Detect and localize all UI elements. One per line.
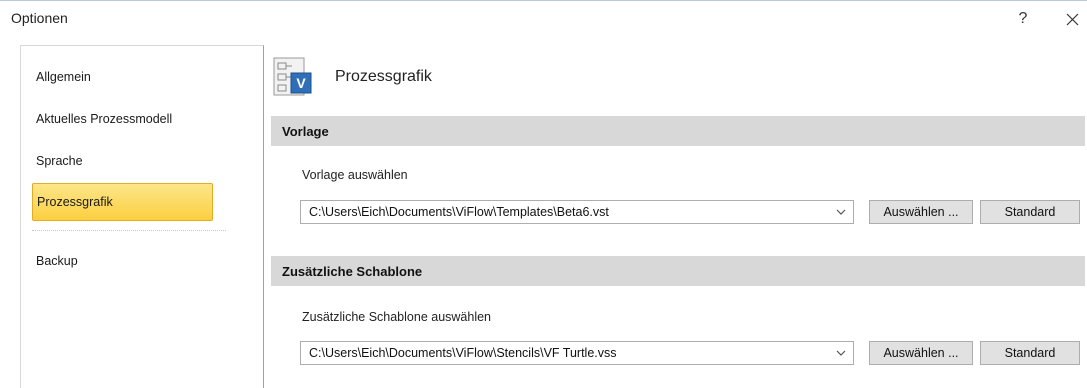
- section-title: Vorlage: [282, 123, 329, 139]
- sidebar-item-label: Sprache: [36, 154, 83, 168]
- chevron-down-icon[interactable]: [829, 201, 853, 223]
- section-title: Zusätzliche Schablone: [282, 263, 423, 279]
- sidebar-item-backup[interactable]: Backup: [32, 243, 213, 279]
- standard-button-label: Standard: [1004, 346, 1056, 360]
- sidebar-item-aktuelles-prozessmodell[interactable]: Aktuelles Prozessmodell: [32, 101, 213, 137]
- standard-button-label: Standard: [1004, 205, 1056, 219]
- vorlage-select-button[interactable]: Auswählen ...: [869, 200, 973, 224]
- schablone-combobox[interactable]: C:\Users\Eich\Documents\ViFlow\Stencils\…: [300, 341, 854, 365]
- help-button[interactable]: ?: [1003, 5, 1043, 33]
- sidebar-item-label: Aktuelles Prozessmodell: [36, 112, 173, 126]
- schablone-select-button[interactable]: Auswählen ...: [869, 341, 973, 365]
- sidebar-item-prozessgrafik[interactable]: Prozessgrafik: [32, 183, 213, 221]
- vorlage-combobox-value: C:\Users\Eich\Documents\ViFlow\Templates…: [309, 205, 609, 219]
- sidebar-item-label: Prozessgrafik: [37, 195, 113, 209]
- options-sidebar: Allgemein Aktuelles Prozessmodell Sprach…: [20, 45, 264, 388]
- chevron-down-icon[interactable]: [829, 342, 853, 364]
- window-title: Optionen: [11, 10, 68, 26]
- close-icon: [1066, 13, 1078, 25]
- vorlage-field-label: Vorlage auswählen: [302, 168, 408, 182]
- help-button-label: ?: [1018, 10, 1028, 27]
- page-title: Prozessgrafik: [335, 68, 432, 85]
- schablone-standard-button[interactable]: Standard: [980, 341, 1080, 365]
- select-button-label: Auswählen ...: [883, 205, 959, 219]
- section-header-zusaetzliche-schablone: Zusätzliche Schablone: [271, 256, 1085, 286]
- sidebar-item-label: Backup: [36, 254, 78, 268]
- page-header: V Prozessgrafik: [272, 54, 432, 100]
- close-button[interactable]: [1057, 5, 1087, 33]
- sidebar-item-allgemein[interactable]: Allgemein: [32, 59, 213, 95]
- schablone-combobox-value: C:\Users\Eich\Documents\ViFlow\Stencils\…: [309, 346, 617, 360]
- section-header-vorlage: Vorlage: [271, 116, 1085, 146]
- sidebar-item-label: Allgemein: [36, 70, 91, 84]
- sidebar-item-sprache[interactable]: Sprache: [32, 143, 213, 179]
- vorlage-standard-button[interactable]: Standard: [980, 200, 1080, 224]
- select-button-label: Auswählen ...: [883, 346, 959, 360]
- title-bar: Optionen ?: [0, 0, 1087, 39]
- sidebar-separator: [32, 230, 226, 231]
- visio-document-icon: V: [272, 55, 316, 99]
- schablone-field-label: Zusätzliche Schablone auswählen: [302, 310, 492, 324]
- svg-text:V: V: [296, 75, 306, 91]
- vorlage-combobox[interactable]: C:\Users\Eich\Documents\ViFlow\Templates…: [300, 200, 854, 224]
